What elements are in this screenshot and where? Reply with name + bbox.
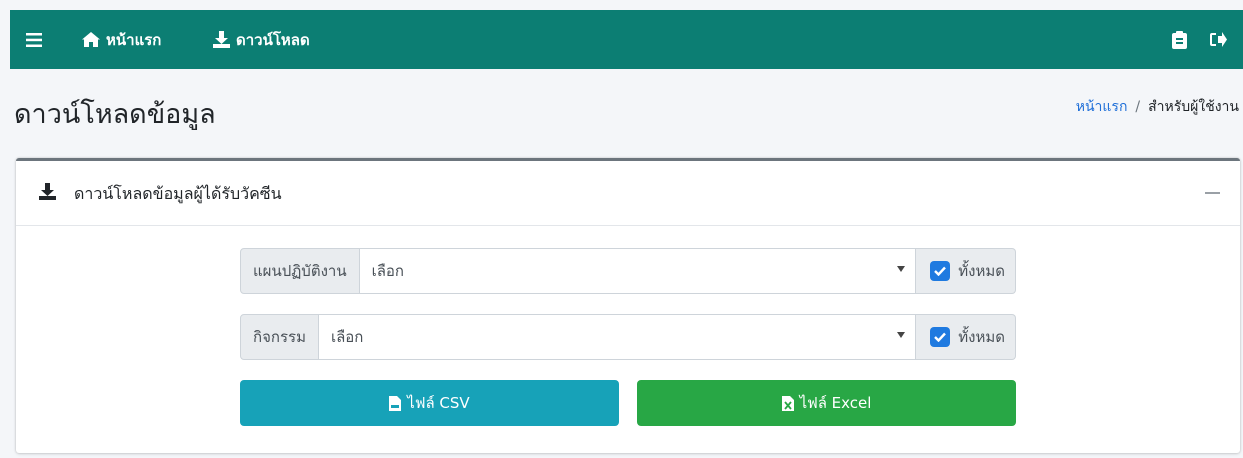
check-icon <box>934 266 947 276</box>
excel-file-icon <box>781 395 794 411</box>
logout-icon[interactable] <box>1210 10 1227 69</box>
activity-label: กิจกรรม <box>240 314 319 360</box>
clipboard-icon[interactable] <box>1172 10 1187 69</box>
breadcrumb-current: สำหรับผู้ใช้งาน <box>1148 99 1239 115</box>
plan-label: แผนปฏิบัติงาน <box>240 248 360 294</box>
caret-down-icon <box>897 266 906 272</box>
card-header: ดาวน์โหลดข้อมูลผู้ได้รับวัคซีน <box>16 161 1240 226</box>
plan-all-checkbox[interactable] <box>930 261 951 281</box>
plan-all-label: ทั้งหมด <box>958 262 1005 280</box>
page-title: ดาวน์โหลดข้อมูล <box>14 99 216 130</box>
hamburger-icon[interactable] <box>26 10 42 69</box>
activity-select[interactable]: เลือก <box>318 314 917 360</box>
minus-icon <box>1204 192 1220 194</box>
collapse-button[interactable] <box>1202 181 1222 205</box>
plan-select[interactable]: เลือก <box>359 248 917 294</box>
download-excel-label: ไฟล์ Excel <box>799 394 872 412</box>
card-title: ดาวน์โหลดข้อมูลผู้ได้รับวัคซีน <box>74 184 282 203</box>
nav-home-label: หน้าแรก <box>106 30 162 49</box>
breadcrumb-separator: / <box>1135 99 1141 115</box>
download-csv-button[interactable]: ไฟล์ CSV <box>240 380 619 426</box>
plan-all-toggle[interactable]: ทั้งหมด <box>916 248 1016 294</box>
download-icon <box>39 183 56 200</box>
csv-file-icon <box>389 395 402 411</box>
download-icon <box>213 31 230 48</box>
top-navbar: หน้าแรก ดาวน์โหลด <box>10 10 1243 69</box>
caret-down-icon <box>897 332 906 338</box>
activity-select-value: เลือก <box>330 328 364 346</box>
activity-all-toggle[interactable]: ทั้งหมด <box>916 314 1016 360</box>
download-card: ดาวน์โหลดข้อมูลผู้ได้รับวัคซีน <box>16 158 1240 453</box>
breadcrumb-home-link[interactable]: หน้าแรก <box>1076 96 1128 118</box>
activity-all-checkbox[interactable] <box>930 327 951 347</box>
plan-select-value: เลือก <box>371 262 404 280</box>
breadcrumb: หน้าแรก / สำหรับผู้ใช้งาน <box>1076 96 1239 118</box>
check-icon <box>934 332 947 342</box>
download-excel-button[interactable]: ไฟล์ Excel <box>637 380 1016 426</box>
home-icon <box>82 32 100 47</box>
nav-download-link[interactable]: ดาวน์โหลด <box>213 10 310 69</box>
nav-download-label: ดาวน์โหลด <box>236 30 310 49</box>
download-csv-label: ไฟล์ CSV <box>407 394 470 412</box>
nav-home-link[interactable]: หน้าแรก <box>82 10 161 69</box>
plan-input-group: แผนปฏิบัติงาน เลือก ทั้งหมด <box>240 248 1016 294</box>
activity-all-label: ทั้งหมด <box>958 328 1005 346</box>
activity-input-group: กิจกรรม เลือก ทั้งหมด <box>240 314 1016 360</box>
